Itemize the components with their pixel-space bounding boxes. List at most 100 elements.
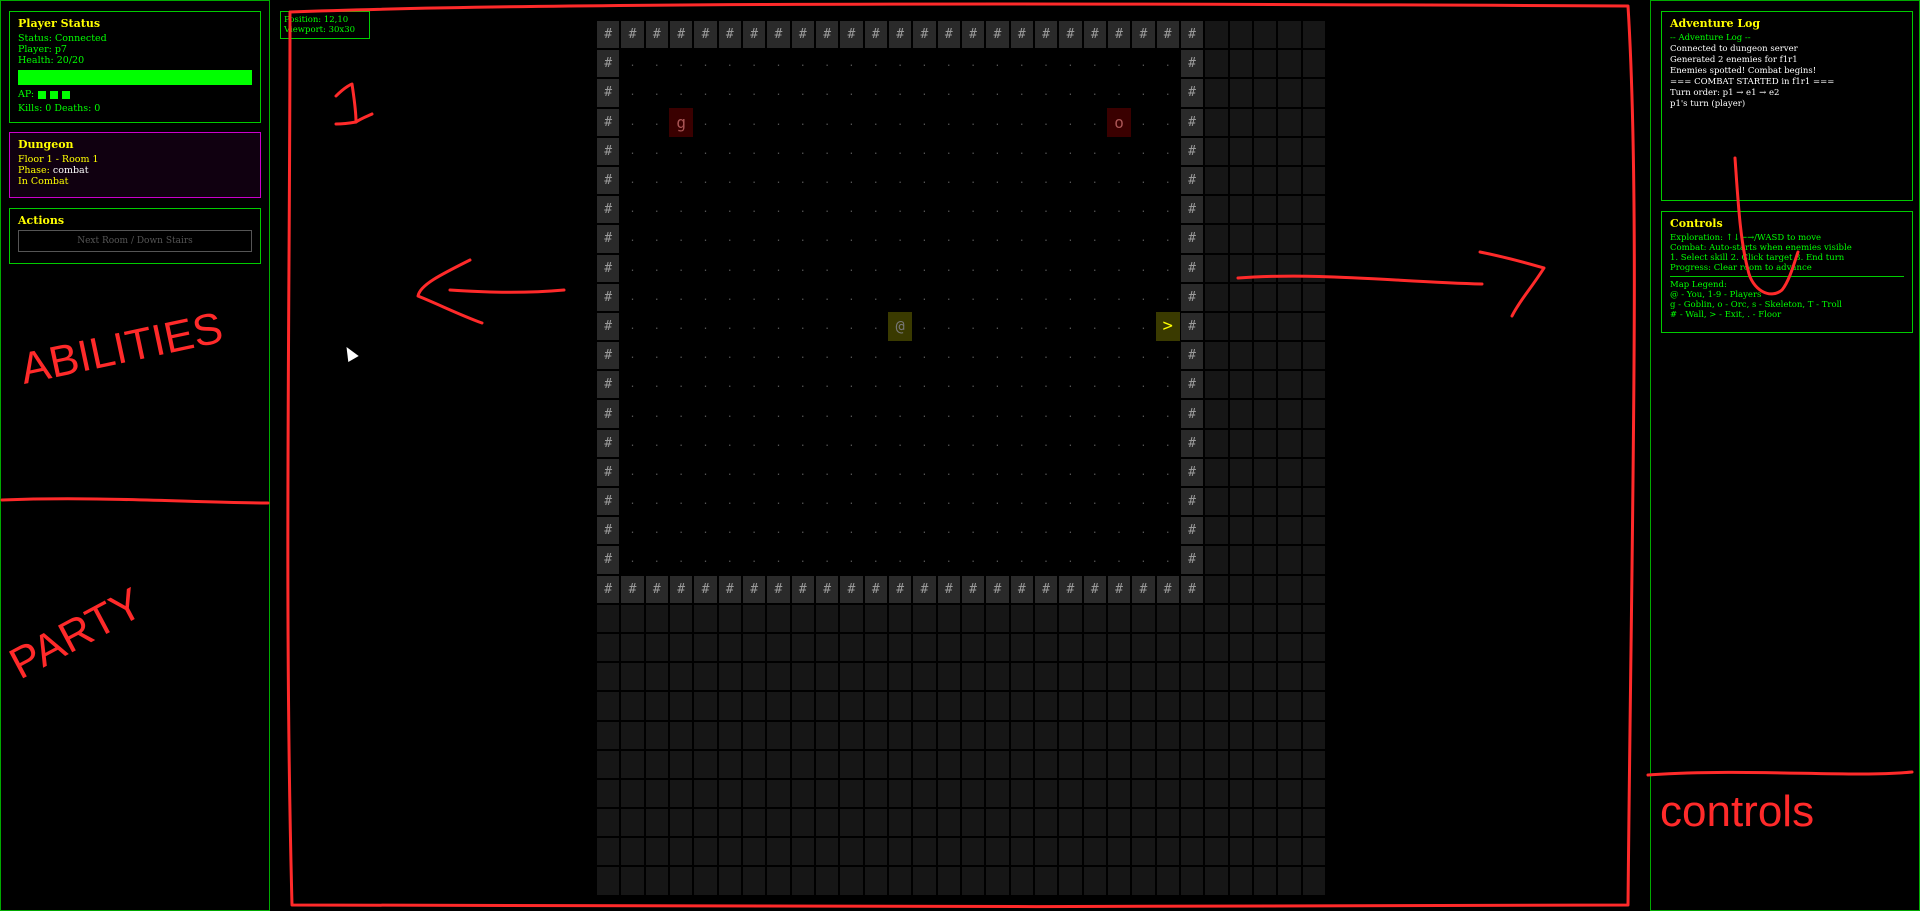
unexplored-tile xyxy=(1228,487,1253,517)
unexplored-tile xyxy=(1228,603,1253,633)
unexplored-tile xyxy=(912,749,937,779)
floor-tile: . xyxy=(814,516,840,546)
unexplored-tile xyxy=(1179,837,1205,867)
unexplored-tile xyxy=(1082,662,1107,692)
floor-tile: . xyxy=(1033,341,1059,371)
next-room-button[interactable]: Next Room / Down Stairs xyxy=(18,230,252,252)
unexplored-tile xyxy=(1301,370,1326,400)
floor-tile: . xyxy=(1082,253,1107,283)
unexplored-tile xyxy=(985,720,1010,750)
unexplored-tile xyxy=(1131,691,1156,721)
unexplored-tile xyxy=(1252,136,1278,166)
unexplored-tile xyxy=(596,632,621,663)
unexplored-tile xyxy=(1252,428,1278,458)
floor-tile: . xyxy=(936,516,961,546)
unexplored-tile xyxy=(1252,224,1278,254)
wall-tile: # xyxy=(863,20,888,50)
floor-tile: . xyxy=(863,487,888,517)
unexplored-tile xyxy=(1301,78,1326,108)
floor-tile: . xyxy=(887,165,913,196)
floor-tile: . xyxy=(717,428,742,458)
unexplored-tile xyxy=(668,662,694,692)
wall-tile: # xyxy=(1179,78,1205,108)
unexplored-tile xyxy=(1204,516,1229,546)
floor-tile: . xyxy=(814,487,840,517)
floor-tile: . xyxy=(766,399,791,429)
unexplored-tile xyxy=(1106,778,1132,809)
unexplored-tile xyxy=(1228,165,1253,196)
unexplored-tile xyxy=(1252,370,1278,400)
unexplored-tile xyxy=(863,720,888,750)
unexplored-tile xyxy=(1252,574,1278,604)
unexplored-tile xyxy=(1228,808,1253,838)
unexplored-tile xyxy=(1033,837,1059,867)
phase-label: Phase: xyxy=(18,165,53,176)
unexplored-tile xyxy=(912,603,937,633)
unexplored-tile xyxy=(985,691,1010,721)
unexplored-tile xyxy=(1204,457,1229,487)
floor-tile: . xyxy=(887,370,913,400)
wall-tile: # xyxy=(596,78,621,108)
unexplored-tile xyxy=(863,632,888,663)
wall-tile: # xyxy=(644,574,669,604)
unexplored-tile xyxy=(1277,603,1302,633)
unexplored-tile xyxy=(741,603,767,633)
unexplored-tile xyxy=(839,749,864,779)
legend-line: @ - You, 1-9 - Players xyxy=(1670,290,1762,300)
wall-tile: # xyxy=(985,574,1010,604)
floor-tile: . xyxy=(960,428,986,458)
floor-tile: . xyxy=(1058,370,1083,400)
floor-tile: . xyxy=(936,136,961,166)
floor-tile: . xyxy=(620,516,645,546)
unexplored-tile xyxy=(1301,720,1326,750)
floor-tile: . xyxy=(1009,457,1034,487)
ap-label: AP: xyxy=(18,89,35,100)
floor-tile: . xyxy=(1106,195,1132,225)
floor-tile: . xyxy=(839,487,864,517)
unexplored-tile xyxy=(1131,866,1156,896)
unexplored-tile xyxy=(1277,370,1302,400)
floor-tile: . xyxy=(668,370,694,400)
floor-tile: . xyxy=(1009,107,1034,137)
floor-tile: . xyxy=(620,253,645,283)
floor-tile: . xyxy=(985,399,1010,429)
floor-tile: . xyxy=(863,165,888,196)
floor-tile: . xyxy=(790,49,815,79)
unexplored-tile xyxy=(1252,78,1278,108)
wall-tile: # xyxy=(887,20,913,50)
floor-tile: . xyxy=(717,341,742,371)
floor-tile: . xyxy=(620,370,645,400)
floor-tile: . xyxy=(790,136,815,166)
floor-tile: . xyxy=(693,399,718,429)
floor-tile: . xyxy=(741,165,767,196)
floor-tile: . xyxy=(668,78,694,108)
player-status-panel: Player Status Status: Connected Player: … xyxy=(9,11,261,123)
floor-tile: . xyxy=(936,545,961,575)
floor-tile: . xyxy=(839,224,864,254)
unexplored-tile xyxy=(1204,866,1229,896)
unexplored-tile xyxy=(1155,632,1180,663)
unexplored-tile xyxy=(1131,720,1156,750)
floor-tile: . xyxy=(766,282,791,312)
unexplored-tile xyxy=(766,691,791,721)
wall-tile: # xyxy=(741,574,767,604)
unexplored-tile xyxy=(1228,399,1253,429)
unexplored-tile xyxy=(1058,720,1083,750)
floor-tile: . xyxy=(1009,282,1034,312)
legend-line: # - Wall, > - Exit, . - Floor xyxy=(1670,310,1782,320)
floor-tile: . xyxy=(741,487,767,517)
wall-tile: # xyxy=(1179,282,1205,312)
floor-tile: . xyxy=(741,516,767,546)
floor-tile: . xyxy=(1082,545,1107,575)
dungeon-map-grid[interactable]: # # # # # # # # # # # # # # # # # # # # # # # # # #..............… xyxy=(596,20,1326,896)
unexplored-tile xyxy=(1009,837,1034,867)
floor-tile: . xyxy=(1009,165,1034,196)
controls-line: Exploration: ↑↓←→/WASD to move xyxy=(1670,233,1822,243)
unexplored-tile xyxy=(1082,778,1107,809)
floor-tile: . xyxy=(620,224,645,254)
unexplored-tile xyxy=(985,778,1010,809)
floor-tile: . xyxy=(1058,341,1083,371)
unexplored-tile xyxy=(766,837,791,867)
unexplored-tile xyxy=(1033,778,1059,809)
floor-tile: . xyxy=(1131,457,1156,487)
